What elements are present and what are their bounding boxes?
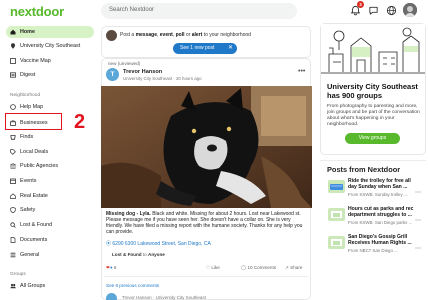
sidebar-item-general[interactable]: General xyxy=(6,249,94,261)
highlight-box xyxy=(5,113,62,130)
location-text: 6290 6300 Lakewood Street, San Diego, CA xyxy=(112,241,211,247)
news-item-source: From KSWB: Sunday trolley ... xyxy=(348,192,408,197)
sidebar-item-label: Lost & Found xyxy=(20,222,53,228)
composer-avatar xyxy=(106,30,117,41)
sidebar-item-digest[interactable]: Digest xyxy=(6,69,94,81)
news-thumbnail[interactable] xyxy=(328,208,345,221)
sidebar-item-label: All Groups xyxy=(20,283,46,289)
more-options-icon[interactable]: ⋯ xyxy=(415,189,421,196)
sidebar-item-label: Events xyxy=(20,178,37,184)
news-item-title[interactable]: Hours cut as parks and rec department st… xyxy=(348,206,418,218)
like-button[interactable]: ♡ Like xyxy=(206,265,220,271)
promo-title: University City Southeast has 900 groups xyxy=(327,82,418,100)
sidebar-item-label: Help Map xyxy=(20,104,44,110)
news-item-source: From KSWB: San Diego parks ... xyxy=(348,220,413,225)
posts-from-nextdoor-title: Posts from Nextdoor xyxy=(327,165,401,174)
sidebar-item-label: Public Agencies xyxy=(20,163,59,169)
comment-icon: ◯ xyxy=(241,265,247,270)
divider xyxy=(104,276,308,277)
sidebar-item-vaccine-map[interactable]: Vaccine Map xyxy=(6,55,94,67)
safety-icon xyxy=(10,207,16,213)
map-icon xyxy=(10,58,16,64)
sidebar-item-label: Safety xyxy=(20,207,36,213)
sidebar-item-label: Vaccine Map xyxy=(20,58,51,64)
neighborhood-illustration xyxy=(321,24,425,76)
sidebar-item-label: Local Deals xyxy=(20,149,49,155)
newspaper-icon xyxy=(10,72,16,78)
sidebar-item-label: Real Estate xyxy=(20,193,48,199)
news-thumbnail[interactable] xyxy=(328,236,345,249)
news-thumbnail[interactable] xyxy=(328,180,345,193)
document-icon xyxy=(10,237,16,243)
sidebar-item-label: Finds xyxy=(20,134,34,140)
news-item-title[interactable]: San Diego's Gossip Grill Receives Human … xyxy=(348,234,418,246)
sidebar-item-label: Digest xyxy=(20,72,36,78)
post-body: Missing dog - Lyla. Black and white. Mis… xyxy=(106,211,306,235)
view-groups-button[interactable]: View groups xyxy=(345,133,400,144)
chat-icon[interactable] xyxy=(368,5,379,16)
sidebar-item-lost-found[interactable]: Lost & Found xyxy=(6,219,94,231)
post-photo[interactable] xyxy=(101,86,312,208)
reaction-count: 6 xyxy=(113,265,117,270)
heart-outline-icon: ♡ xyxy=(206,265,211,270)
comments-button[interactable]: ◯ 10 Comments xyxy=(241,265,276,271)
help-map-icon xyxy=(10,104,16,110)
lost-found-icon xyxy=(10,222,16,228)
comment-author[interactable]: Trevor Hanson · University City Southeas… xyxy=(122,295,206,300)
sidebar-item-home[interactable]: Home xyxy=(6,26,94,38)
divider xyxy=(320,160,426,161)
reaction-summary[interactable]: ❤● 6 xyxy=(106,265,116,271)
agency-icon xyxy=(10,163,16,169)
more-options-icon[interactable]: ••• xyxy=(298,68,305,75)
deals-icon xyxy=(10,149,16,155)
wave-icon: ● xyxy=(109,265,113,270)
author-name[interactable]: Trevor Hanson xyxy=(123,69,162,75)
new-post-tag: new (unviewed) xyxy=(108,61,141,66)
post-category[interactable]: Lost & Found to Anyone xyxy=(112,252,165,257)
share-button[interactable]: ↗ Share xyxy=(285,265,302,271)
groups-icon xyxy=(10,283,16,289)
search-input[interactable]: Search Nextdoor xyxy=(101,3,297,19)
general-icon xyxy=(10,252,16,258)
sidebar-item-real-estate[interactable]: Real Estate xyxy=(6,190,94,202)
sidebar-item-all-groups[interactable]: All Groups xyxy=(6,280,94,292)
post-meta: University City Southeast · 20 hours ago xyxy=(123,76,202,81)
sidebar-item-safety[interactable]: Safety xyxy=(6,204,94,216)
more-options-icon[interactable]: ⋯ xyxy=(415,217,421,224)
news-item-title[interactable]: Ride the trolley for free all day Sunday… xyxy=(348,178,418,190)
calendar-icon xyxy=(10,178,16,184)
see-previous-comments-link[interactable]: See 6 previous comments xyxy=(106,283,159,288)
notification-badge: 3 xyxy=(357,1,364,8)
map-pin-icon xyxy=(11,43,15,49)
promo-text: From photography to parenting and more, … xyxy=(327,104,420,127)
sidebar-item-events[interactable]: Events xyxy=(6,175,94,187)
news-item-source: From NBC7 San Diego ... xyxy=(348,248,398,253)
sidebar-item-label: Documents xyxy=(20,237,48,243)
home-icon xyxy=(10,29,16,35)
sidebar-item-university-city-southeast[interactable]: University City Southeast xyxy=(6,40,94,52)
author-avatar[interactable]: T xyxy=(106,68,119,81)
section-label-neighborhood: Neighborhood xyxy=(10,93,41,98)
post-location[interactable]: ⦿ 6290 6300 Lakewood Street, San Diego, … xyxy=(106,240,211,247)
sidebar-item-documents[interactable]: Documents xyxy=(6,234,94,246)
globe-icon[interactable] xyxy=(386,5,397,16)
commenter-avatar xyxy=(106,293,117,300)
sidebar-item-label: University City Southeast xyxy=(20,43,81,49)
composer-prompt[interactable]: Post a message, event, poll or alert to … xyxy=(120,32,251,38)
sidebar-item-label: Home xyxy=(20,29,35,35)
user-avatar[interactable] xyxy=(403,3,417,17)
close-icon[interactable]: ✕ xyxy=(228,43,233,54)
section-label-groups: Groups xyxy=(10,272,26,277)
nextdoor-logo[interactable]: nextdoor xyxy=(10,4,64,19)
annotation-number: 2 xyxy=(74,111,86,133)
house-icon xyxy=(10,193,16,199)
sidebar-item-local-deals-row[interactable]: Local Deals xyxy=(6,146,94,158)
finds-icon xyxy=(10,135,16,140)
sidebar-item-label: General xyxy=(20,252,40,258)
share-icon: ↗ xyxy=(285,265,289,270)
sidebar-item-public-agencies[interactable]: Public Agencies xyxy=(6,160,94,172)
more-options-icon[interactable]: ⋯ xyxy=(415,245,421,252)
